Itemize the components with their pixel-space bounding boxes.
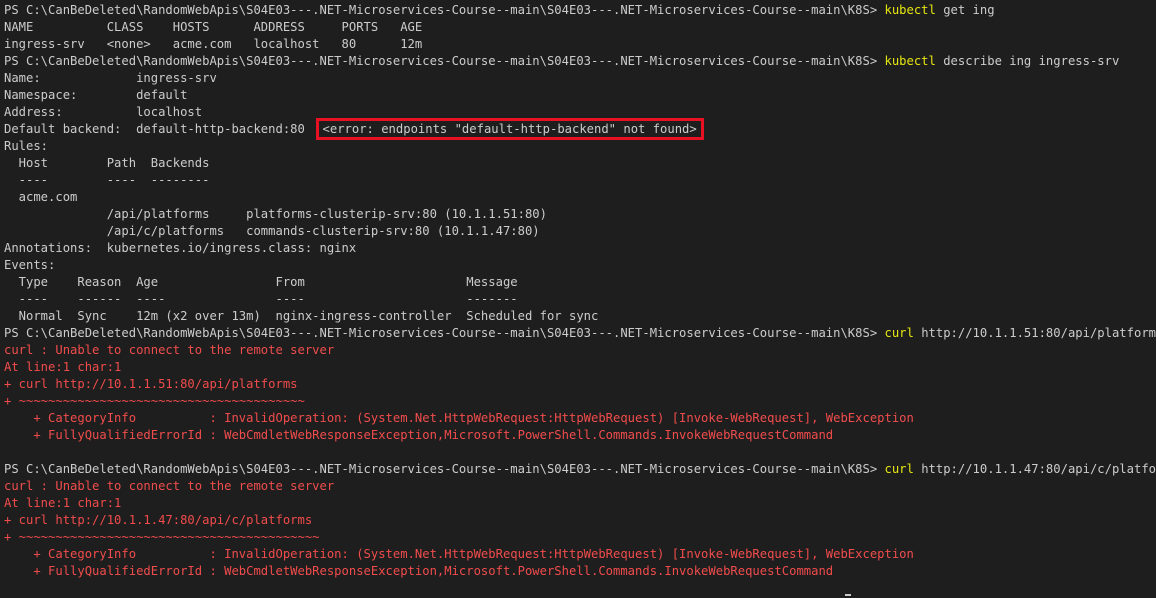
error-line: + FullyQualifiedErrorId : WebCmdletWebRe… (4, 564, 834, 578)
error-line: + curl http://10.1.1.47:80/api/c/platfor… (4, 513, 313, 527)
prompt-line: PS C:\CanBeDeleted\RandomWebApis\S04E03-… (4, 461, 1156, 478)
command-args: describe ing ingress-srv (935, 54, 1120, 68)
describe-address: Address: localhost (4, 105, 203, 119)
error-line: + FullyQualifiedErrorId : WebCmdletWebRe… (4, 428, 834, 442)
prompt-path: PS C:\CanBeDeleted\RandomWebApis\S04E03-… (4, 462, 885, 476)
terminal-output[interactable]: PS C:\CanBeDeleted\RandomWebApis\S04E03-… (4, 2, 1156, 580)
describe-annotations: Annotations: kubernetes.io/ingress.class… (4, 241, 357, 255)
prompt-path: PS C:\CanBeDeleted\RandomWebApis\S04E03-… (4, 326, 885, 340)
command-args: get ing (935, 3, 995, 17)
rules-header: Host Path Backends (4, 156, 210, 170)
error-line: + curl http://10.1.1.51:80/api/platforms (4, 377, 298, 391)
error-line: curl : Unable to connect to the remote s… (4, 343, 335, 357)
events-row: Normal Sync 12m (x2 over 13m) nginx-ingr… (4, 309, 599, 323)
prompt-path: PS C:\CanBeDeleted\RandomWebApis\S04E03-… (4, 54, 885, 68)
prompt-path: PS C:\CanBeDeleted\RandomWebApis\S04E03-… (4, 3, 885, 17)
table-header: NAME CLASS HOSTS ADDRESS PORTS AGE (4, 20, 423, 34)
events-header: Type Reason Age From Message (4, 275, 518, 289)
describe-events: Events: (4, 258, 56, 272)
describe-namespace: Namespace: default (4, 88, 188, 102)
describe-default-backend: Default backend: default-http-backend:80… (4, 118, 1156, 140)
command-name: kubectl (884, 3, 936, 17)
prompt-line: PS C:\CanBeDeleted\RandomWebApis\S04E03-… (4, 2, 1156, 19)
table-row: ingress-srv <none> acme.com localhost 80… (4, 37, 423, 51)
describe-rules: Rules: (4, 139, 49, 153)
command-name: kubectl (884, 54, 936, 68)
rules-host: acme.com (4, 190, 78, 204)
error-line: + CategoryInfo : InvalidOperation: (Syst… (4, 547, 914, 561)
prompt-line: PS C:\CanBeDeleted\RandomWebApis\S04E03-… (4, 325, 1156, 342)
error-line: At line:1 char:1 (4, 360, 122, 374)
prompt-line: PS C:\CanBeDeleted\RandomWebApis\S04E03-… (4, 53, 1156, 70)
command-name: curl (884, 462, 914, 476)
describe-name: Name: ingress-srv (4, 71, 217, 85)
error-line: + ~~~~~~~~~~~~~~~~~~~~~~~~~~~~~~~~~~~~~~… (4, 394, 305, 408)
command-args: http://10.1.1.51:80/api/platforms (913, 326, 1156, 340)
events-separator: ---- ------ ---- ---- ------- (4, 292, 518, 306)
error-line: curl : Unable to connect to the remote s… (4, 479, 335, 493)
rule-row: /api/c/platforms commands-clusterip-srv:… (4, 224, 540, 238)
rules-separator: ---- ---- -------- (4, 173, 210, 187)
error-line: + CategoryInfo : InvalidOperation: (Syst… (4, 411, 914, 425)
rule-row: /api/platforms platforms-clusterip-srv:8… (4, 207, 547, 221)
error-line: + ~~~~~~~~~~~~~~~~~~~~~~~~~~~~~~~~~~~~~~… (4, 530, 320, 544)
command-name: curl (884, 326, 914, 340)
error-line: At line:1 char:1 (4, 496, 122, 510)
backend-label: Default backend: default-http-backend:80 (4, 122, 320, 136)
command-args: http://10.1.1.47:80/api/c/platforms (913, 462, 1156, 476)
backend-error-highlight: <error: endpoints "default-http-backend"… (315, 118, 704, 140)
text-cursor (845, 594, 851, 596)
